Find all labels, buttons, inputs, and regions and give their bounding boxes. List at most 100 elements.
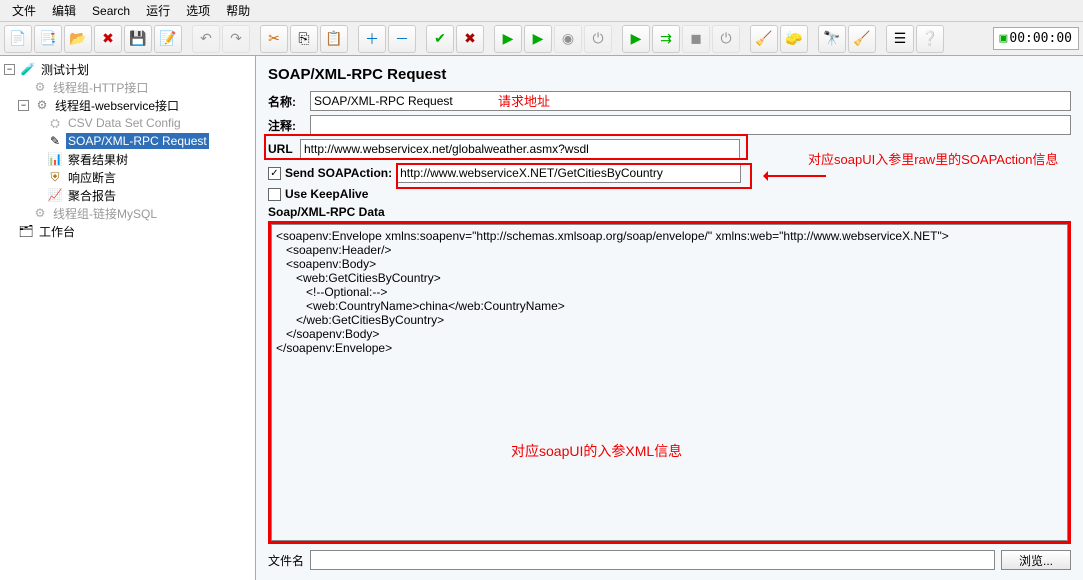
tree-response-assertion[interactable]: ⛨ 响应断言 xyxy=(0,168,255,186)
redo-icon: ↷ xyxy=(230,30,242,47)
toolbar: 📄 📑 📂 ✖ 💾 📝 ↶ ↷ ✂ ⎘ 📋 ＋ － ✔ ✖ ▶ ▶ ◉ ⏻ ▶ … xyxy=(0,22,1083,56)
use-keepalive-checkbox[interactable] xyxy=(268,188,281,201)
clear-all-icon: 🧽 xyxy=(785,30,802,47)
help-button[interactable]: ❔ xyxy=(916,25,944,53)
listener-icon: 📊 xyxy=(47,151,63,167)
remote-start-icon: ▶ xyxy=(631,30,642,47)
expand-button[interactable]: ＋ xyxy=(358,25,386,53)
content-pane: SOAP/XML-RPC Request 名称: 请求地址 注释: URL ✓ … xyxy=(256,56,1083,580)
remote-stop-icon: ◼ xyxy=(690,30,702,47)
timer-icon: ▣ xyxy=(1000,31,1008,46)
toggle-icon[interactable]: − xyxy=(4,64,15,75)
clear-button[interactable]: 🧹 xyxy=(750,25,778,53)
start-no-pause-icon: ▶ xyxy=(533,30,544,47)
workbench-icon: 🗂 xyxy=(18,223,34,239)
soapaction-input[interactable] xyxy=(396,163,741,183)
test-plan-icon: 🧪 xyxy=(20,61,36,77)
thread-group-icon: ⚙ xyxy=(32,205,48,221)
menu-help[interactable]: 帮助 xyxy=(218,0,258,21)
expand-icon: ＋ xyxy=(365,29,379,49)
new-icon: 📄 xyxy=(9,30,26,47)
enable-button[interactable]: ✔ xyxy=(426,25,454,53)
menu-run[interactable]: 运行 xyxy=(138,0,178,21)
open-button[interactable]: 📂 xyxy=(64,25,92,53)
thread-group-icon: ⚙ xyxy=(34,97,50,113)
send-soapaction-label: Send SOAPAction: xyxy=(285,166,392,180)
templates-icon: 📑 xyxy=(39,30,56,47)
undo-button: ↶ xyxy=(192,25,220,53)
function-helper-icon: ☰ xyxy=(894,30,907,47)
save-as-icon: 📝 xyxy=(159,30,176,47)
tree-csv-config[interactable]: ⛭ CSV Data Set Config xyxy=(0,114,255,132)
tree-root[interactable]: − 🧪 测试计划 xyxy=(0,60,255,78)
config-icon: ⛭ xyxy=(47,115,63,131)
search-icon: 🔭 xyxy=(823,30,840,47)
help-icon: ❔ xyxy=(921,30,938,47)
close-button[interactable]: ✖ xyxy=(94,25,122,53)
url-input[interactable] xyxy=(300,139,740,159)
copy-button[interactable]: ⎘ xyxy=(290,25,318,53)
cut-icon: ✂ xyxy=(268,30,280,47)
disable-button[interactable]: ✖ xyxy=(456,25,484,53)
sampler-icon: ✎ xyxy=(47,133,63,149)
start-no-pause-button[interactable]: ▶ xyxy=(524,25,552,53)
copy-icon: ⎘ xyxy=(298,30,309,47)
tree-thread-group-http[interactable]: ⚙ 线程组-HTTP接口 xyxy=(0,78,255,96)
listener-icon: 📈 xyxy=(47,187,63,203)
reset-search-button[interactable]: 🧹 xyxy=(848,25,876,53)
tree-thread-group-mysql[interactable]: ⚙ 线程组-链接MySQL xyxy=(0,204,255,222)
search-button[interactable]: 🔭 xyxy=(818,25,846,53)
name-input[interactable] xyxy=(310,91,1071,111)
thread-group-icon: ⚙ xyxy=(32,79,48,95)
remote-stop-button: ◼ xyxy=(682,25,710,53)
stop-button: ◉ xyxy=(554,25,582,53)
url-label: URL xyxy=(268,142,296,156)
menu-search[interactable]: Search xyxy=(84,2,138,20)
file-input[interactable] xyxy=(310,550,995,570)
reset-search-icon: 🧹 xyxy=(853,30,870,47)
paste-button[interactable]: 📋 xyxy=(320,25,348,53)
collapse-button[interactable]: － xyxy=(388,25,416,53)
remote-exit-button: ⏻ xyxy=(712,25,740,53)
remote-start-button[interactable]: ▶ xyxy=(622,25,650,53)
redo-button: ↷ xyxy=(222,25,250,53)
menu-options[interactable]: 选项 xyxy=(178,0,218,21)
tree-thread-group-webservice[interactable]: − ⚙ 线程组-webservice接口 xyxy=(0,96,255,114)
annotation-body: 对应soapUI的入参XML信息 xyxy=(511,441,682,461)
soap-data-textarea[interactable]: <soapenv:Envelope xmlns:soapenv="http://… xyxy=(271,224,1068,541)
stop-icon: ◉ xyxy=(562,30,574,47)
close-icon: ✖ xyxy=(102,30,114,47)
tree-aggregate-report[interactable]: 📈 聚合报告 xyxy=(0,186,255,204)
clear-icon: 🧹 xyxy=(755,30,772,47)
collapse-icon: － xyxy=(395,29,409,49)
name-label: 名称: xyxy=(268,93,310,110)
save-as-button[interactable]: 📝 xyxy=(154,25,182,53)
menu-file[interactable]: 文件 xyxy=(4,0,44,21)
menubar: 文件 编辑 Search 运行 选项 帮助 xyxy=(0,0,1083,22)
remote-start-all-button[interactable]: ⇉ xyxy=(652,25,680,53)
tree-view-results-tree[interactable]: 📊 察看结果树 xyxy=(0,150,255,168)
new-button[interactable]: 📄 xyxy=(4,25,32,53)
start-icon: ▶ xyxy=(503,30,514,47)
menu-edit[interactable]: 编辑 xyxy=(44,0,84,21)
file-label: 文件名 xyxy=(268,552,304,569)
shutdown-icon: ⏻ xyxy=(592,30,603,47)
send-soapaction-checkbox[interactable]: ✓ xyxy=(268,167,281,180)
toggle-icon[interactable]: − xyxy=(18,100,29,111)
paste-icon: 📋 xyxy=(325,30,342,47)
shutdown-button: ⏻ xyxy=(584,25,612,53)
comment-input[interactable] xyxy=(310,115,1071,135)
browse-button[interactable]: 浏览... xyxy=(1001,550,1071,570)
start-button[interactable]: ▶ xyxy=(494,25,522,53)
clear-all-button[interactable]: 🧽 xyxy=(780,25,808,53)
tree-pane[interactable]: − 🧪 测试计划 ⚙ 线程组-HTTP接口 − ⚙ 线程组-webservice… xyxy=(0,56,256,580)
function-helper-button[interactable]: ☰ xyxy=(886,25,914,53)
cut-button[interactable]: ✂ xyxy=(260,25,288,53)
tree-workbench[interactable]: 🗂 工作台 xyxy=(0,222,255,240)
tree-soap-request[interactable]: ✎ SOAP/XML-RPC Request xyxy=(0,132,255,150)
disable-icon: ✖ xyxy=(464,30,476,47)
run-timer: ▣00:00:00 xyxy=(993,27,1079,50)
save-button[interactable]: 💾 xyxy=(124,25,152,53)
use-keepalive-label: Use KeepAlive xyxy=(285,187,368,201)
templates-button[interactable]: 📑 xyxy=(34,25,62,53)
